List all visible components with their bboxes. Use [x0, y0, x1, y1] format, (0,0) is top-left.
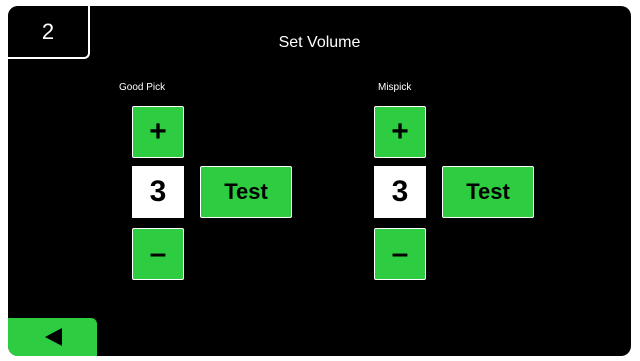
good-pick-label: Good Pick	[119, 82, 166, 93]
good-pick-test-button[interactable]: Test	[200, 166, 292, 218]
mispick-volume-value: 3	[374, 166, 426, 218]
back-button[interactable]	[8, 318, 97, 356]
plus-icon: +	[149, 115, 167, 148]
good-pick-increase-button[interactable]: +	[132, 106, 184, 158]
page-title: Set Volume	[278, 34, 361, 51]
triangle-left-icon	[42, 326, 64, 348]
mispick-increase-button[interactable]: +	[374, 106, 426, 158]
good-pick-decrease-button[interactable]: –	[132, 228, 184, 280]
mispick-label: Mispick	[378, 82, 412, 93]
mispick-decrease-button[interactable]: –	[374, 228, 426, 280]
minus-icon: –	[391, 237, 409, 270]
good-pick-volume-value: 3	[132, 166, 184, 218]
volume-settings-screen: 2 Set Volume Good Pick + 3 Test – Mispic…	[8, 6, 631, 356]
mispick-test-button[interactable]: Test	[442, 166, 534, 218]
minus-icon: –	[149, 237, 167, 270]
plus-icon: +	[391, 115, 409, 148]
